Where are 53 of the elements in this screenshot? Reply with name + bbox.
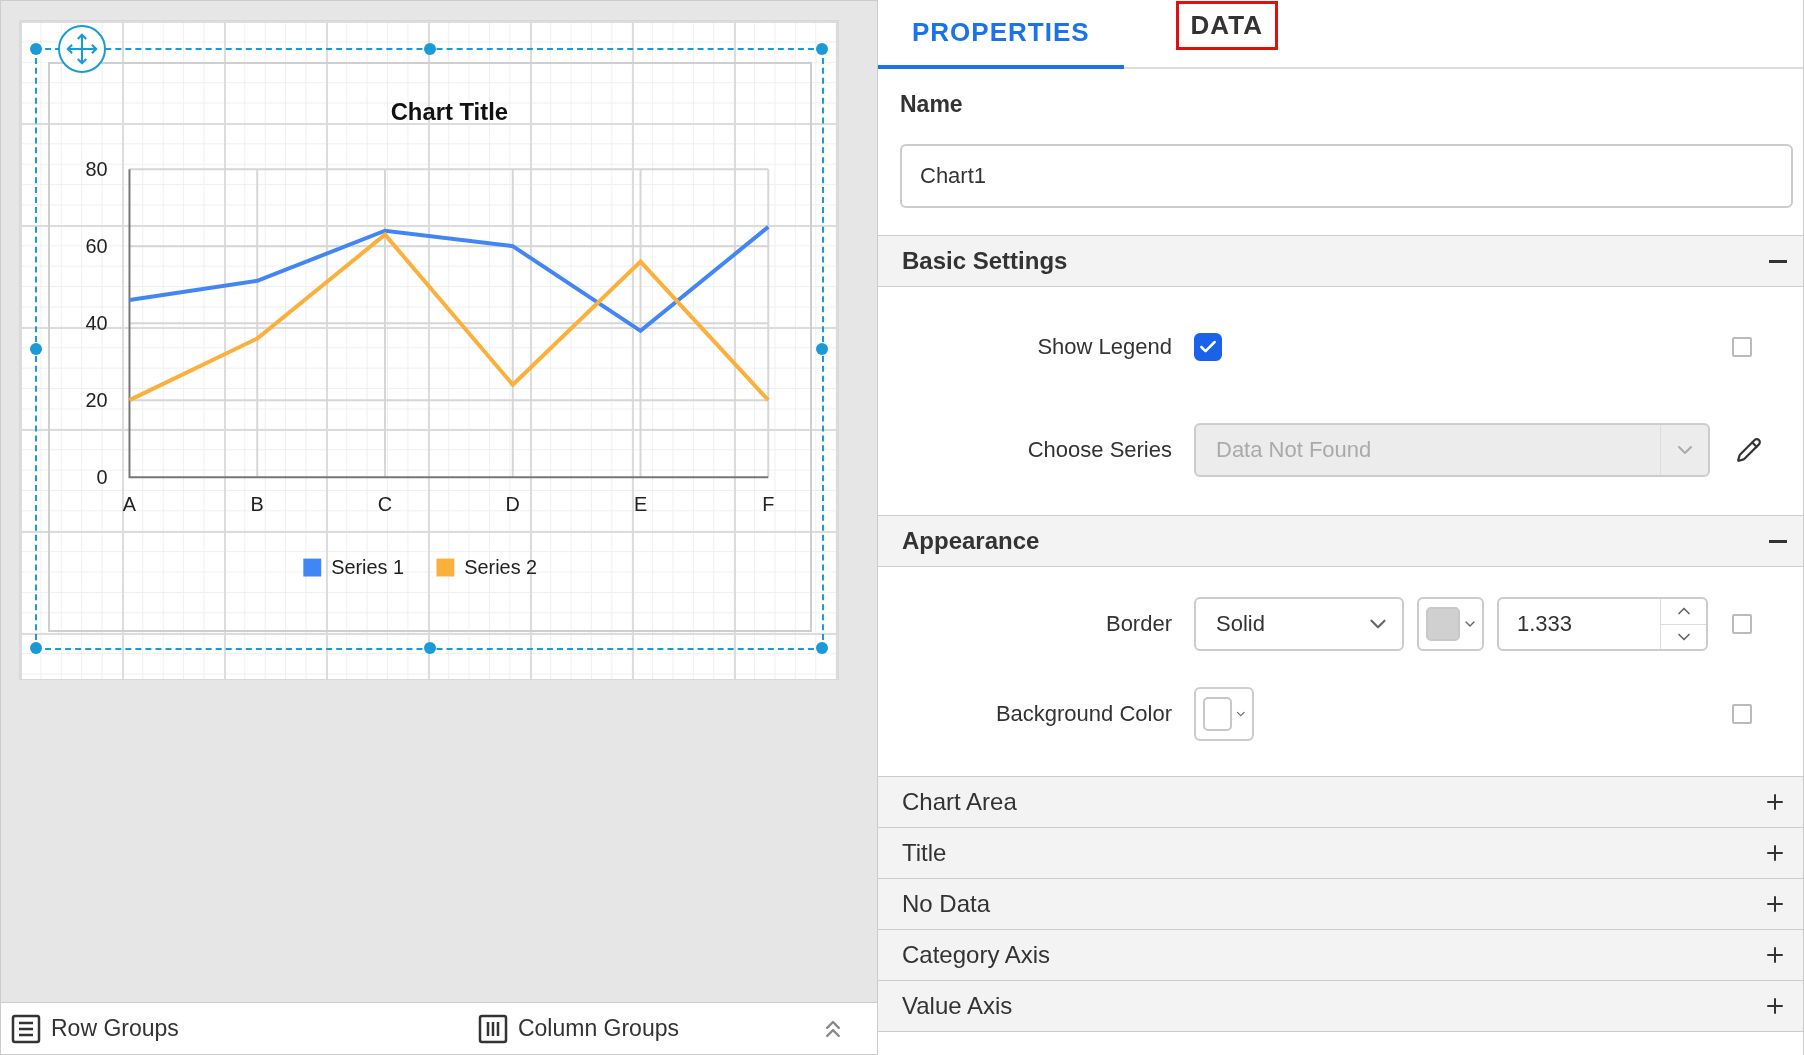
x-tick-label: F xyxy=(762,492,775,515)
x-tick-label: E xyxy=(633,492,648,515)
tab[interactable]: DATA xyxy=(1175,1,1278,50)
x-tick-label: C xyxy=(377,492,393,515)
section-header[interactable]: Appearance xyxy=(878,515,1803,567)
column-groups-button[interactable]: Column Groups xyxy=(477,1013,679,1044)
y-tick-label: 80 xyxy=(85,158,108,181)
tab[interactable]: PROPERTIES xyxy=(878,0,1124,69)
row-groups-button[interactable]: Row Groups xyxy=(11,1013,179,1044)
checkbox[interactable] xyxy=(1194,333,1222,361)
x-tick-label: D xyxy=(505,492,520,515)
field-label: Name xyxy=(900,91,964,118)
field-label: Background Color xyxy=(994,701,1172,727)
section-header[interactable]: Category Axis xyxy=(878,929,1803,981)
checkbox[interactable] xyxy=(1732,704,1752,724)
field-label: Choose Series xyxy=(1026,437,1172,463)
move-icon[interactable] xyxy=(58,25,106,73)
section-header[interactable]: No Data xyxy=(878,878,1803,930)
x-tick-label: B xyxy=(250,492,264,515)
minus-icon xyxy=(1769,259,1787,263)
dropdown[interactable]: Solid xyxy=(1194,597,1404,651)
y-tick-label: 40 xyxy=(85,312,108,335)
legend-label: Series 1 xyxy=(331,556,404,579)
checkbox[interactable] xyxy=(1732,337,1752,357)
resize-handle[interactable] xyxy=(30,43,42,55)
number-value: 1.333 xyxy=(1516,610,1574,638)
chart-title: Chart Title xyxy=(390,98,509,126)
section-header[interactable]: Value Axis xyxy=(878,980,1803,1032)
section-header[interactable]: Title xyxy=(878,827,1803,879)
minus-icon xyxy=(1769,539,1787,543)
color-picker[interactable] xyxy=(1194,687,1254,741)
list-icon xyxy=(11,1013,41,1044)
y-tick-label: 60 xyxy=(85,235,108,258)
checkbox[interactable] xyxy=(1732,614,1752,634)
field-label: Border xyxy=(1104,611,1172,637)
y-tick-label: 0 xyxy=(96,466,108,489)
resize-handle[interactable] xyxy=(423,642,436,654)
color-picker[interactable] xyxy=(1417,597,1484,651)
resize-handle[interactable] xyxy=(816,43,828,55)
section-header[interactable]: Chart Area xyxy=(878,776,1803,828)
y-tick-label: 20 xyxy=(85,389,108,412)
field-label: Show Legend xyxy=(1036,334,1172,360)
resize-handle[interactable] xyxy=(30,343,42,355)
resize-handle[interactable] xyxy=(423,43,436,55)
x-tick-label: A xyxy=(122,492,137,515)
resize-handle[interactable] xyxy=(30,642,42,654)
legend-label: Series 2 xyxy=(464,556,538,579)
section-header[interactable]: Basic Settings xyxy=(878,235,1803,287)
resize-handle[interactable] xyxy=(816,343,828,355)
name-input[interactable]: Chart1 xyxy=(900,144,1793,208)
columns-icon xyxy=(477,1013,508,1044)
resize-handle[interactable] xyxy=(816,642,828,654)
edit-icon[interactable] xyxy=(1736,437,1762,463)
